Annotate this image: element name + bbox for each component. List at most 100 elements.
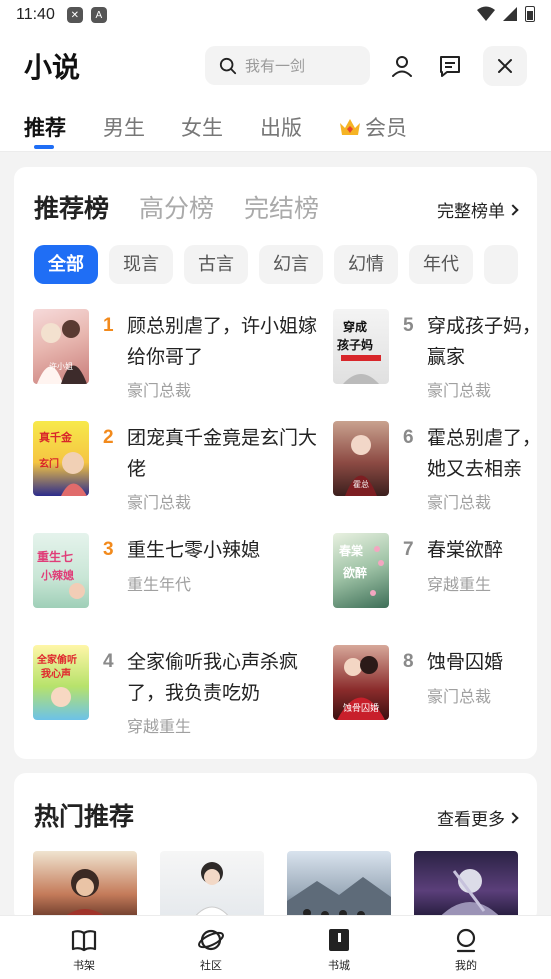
nav-profile[interactable]: 我的	[436, 926, 496, 973]
chip-all[interactable]: 全部	[34, 245, 98, 284]
book-cover[interactable]	[160, 851, 264, 923]
tab-publish[interactable]: 出版	[260, 112, 302, 142]
svg-text:孩子妈: 孩子妈	[337, 337, 373, 352]
list-item[interactable]: 穿成孩子妈 5 穿成孩子妈，成赢家 豪门总裁	[333, 309, 537, 400]
tab-completed-rank[interactable]: 完结榜	[244, 189, 319, 225]
full-ranking-label: 完整榜单	[437, 202, 505, 222]
message-icon	[440, 56, 460, 77]
shield-status-icon: ✕	[66, 7, 83, 23]
book-title: 霍总别虐了，姐她又去相亲	[427, 427, 537, 480]
profile-button[interactable]	[382, 46, 422, 86]
search-icon	[219, 57, 237, 74]
hot-recommend-card: 热门推荐 查看更多	[14, 773, 537, 923]
open-book-icon	[71, 930, 97, 952]
book-title: 穿成孩子妈，成赢家	[427, 315, 537, 368]
tab-recommend-rank[interactable]: 推荐榜	[34, 189, 109, 225]
chevron-right-icon	[507, 203, 519, 216]
rank-number: 3	[103, 539, 114, 560]
book-cover: 蚀骨囚婚	[333, 645, 389, 720]
list-item[interactable]: 许小姐 1 顾总别虐了，许小姐嫁给你哥了 豪门总裁	[33, 309, 317, 400]
book-cover: 许小姐	[33, 309, 89, 384]
list-item[interactable]: 全家偷听 我心声 4 全家偷听我心声杀疯了，我负责吃奶 穿越重生	[33, 645, 313, 736]
search-input[interactable]: 我有一剑	[205, 46, 370, 85]
book-title: 团宠真千金竟是玄门大佬	[127, 427, 318, 480]
book-cover: 重生七 小辣媳	[33, 533, 89, 608]
list-item[interactable]: 蚀骨囚婚 8 蚀骨囚婚 豪门总裁	[333, 645, 537, 725]
rank-number: 7	[403, 539, 414, 560]
rank-number: 8	[403, 651, 414, 672]
tab-male[interactable]: 男生	[103, 112, 145, 142]
list-item[interactable]: 重生七 小辣媳 3 重生七零小辣媳 重生年代	[33, 533, 313, 613]
book-title: 重生七零小辣媳	[127, 539, 261, 561]
tab-vip[interactable]: 会员	[339, 112, 407, 142]
battery-icon	[525, 6, 535, 22]
svg-text:穿成: 穿成	[343, 319, 367, 334]
status-time: 11:40	[16, 6, 55, 23]
nav-label: 我的	[455, 959, 477, 972]
close-button[interactable]	[483, 46, 527, 86]
svg-text:霍总: 霍总	[353, 479, 369, 489]
book-cover: 霍总	[333, 421, 389, 496]
wifi-icon	[477, 6, 495, 21]
chip-fantasy-love[interactable]: 幻情	[334, 245, 398, 284]
book-title: 顾总别虐了，许小姐嫁给你哥了	[127, 315, 318, 368]
see-more-link[interactable]: 查看更多	[437, 805, 519, 830]
chip-era[interactable]: 年代	[409, 245, 473, 284]
svg-text:小辣媳: 小辣媳	[40, 568, 74, 582]
book-tag: 重生年代	[127, 575, 192, 594]
chip-modern[interactable]: 现言	[109, 245, 173, 284]
planet-icon	[198, 929, 224, 951]
tab-recommend[interactable]: 推荐	[24, 112, 66, 142]
list-item[interactable]: 春棠 欲醉 7 春棠欲醉 穿越重生	[333, 533, 537, 613]
svg-text:欲醉: 欲醉	[342, 565, 367, 580]
rank-number: 4	[103, 651, 114, 672]
svg-text:蚀骨囚婚: 蚀骨囚婚	[343, 702, 379, 714]
a-status-icon: A	[90, 7, 107, 23]
tab-vip-label: 会员	[365, 116, 407, 140]
tab-underline	[34, 145, 54, 149]
bottom-nav: 书架 社区 书城 我的	[0, 915, 551, 979]
top-bar: 小说 我有一剑	[0, 30, 551, 100]
messages-button[interactable]	[430, 46, 470, 86]
nav-bookstore[interactable]: 书城	[309, 926, 369, 973]
nav-label: 书城	[328, 959, 350, 972]
status-bar: 11:40 ✕ A	[0, 0, 551, 30]
book-tag: 穿越重生	[127, 717, 192, 736]
book-tag: 豪门总裁	[427, 381, 492, 400]
nav-community[interactable]: 社区	[181, 926, 241, 973]
chip-fantasy-romance[interactable]: 幻言	[259, 245, 323, 284]
tab-female[interactable]: 女生	[181, 112, 223, 142]
svg-text:真千金: 真千金	[39, 430, 73, 444]
ranking-card: 推荐榜 高分榜 完结榜 完整榜单 全部 现言 古言 幻言 幻情 年代 许小姐 1 顾总别虐…	[14, 167, 537, 759]
chip-more[interactable]	[484, 245, 518, 284]
book-cover[interactable]	[414, 851, 518, 923]
book-cover[interactable]	[287, 851, 391, 923]
section-title: 热门推荐	[34, 802, 135, 831]
search-placeholder: 我有一剑	[245, 57, 306, 75]
svg-text:玄门: 玄门	[39, 457, 59, 470]
crown-icon	[340, 119, 360, 135]
channel-tabs: 推荐 男生 女生 出版 会员	[0, 100, 551, 152]
full-ranking-link[interactable]: 完整榜单	[437, 197, 519, 222]
book-cover[interactable]	[33, 851, 137, 923]
svg-text:全家偷听: 全家偷听	[36, 653, 77, 666]
nav-label: 社区	[200, 959, 222, 972]
book-tag: 穿越重生	[427, 575, 492, 594]
book-cover: 春棠 欲醉	[333, 533, 389, 608]
genre-filter: 全部 现言 古言 幻言 幻情 年代	[34, 245, 537, 285]
book-cover: 全家偷听 我心声	[33, 645, 89, 720]
list-item[interactable]: 霍总 6 霍总别虐了，姐她又去相亲 豪门总裁	[333, 421, 537, 512]
rank-number: 1	[103, 315, 114, 336]
book-tag: 豪门总裁	[427, 493, 492, 512]
tab-high-score-rank[interactable]: 高分榜	[139, 189, 214, 225]
book-cover: 真千金 玄门	[33, 421, 89, 496]
svg-text:许小姐: 许小姐	[49, 361, 73, 371]
book-tag: 豪门总裁	[127, 493, 192, 512]
user-icon	[392, 56, 412, 77]
chip-ancient[interactable]: 古言	[184, 245, 248, 284]
nav-bookshelf[interactable]: 书架	[54, 926, 114, 973]
rank-number: 5	[403, 315, 414, 336]
nav-label: 书架	[73, 959, 95, 972]
list-item[interactable]: 真千金 玄门 2 团宠真千金竟是玄门大佬 豪门总裁	[33, 421, 317, 512]
book-title: 全家偷听我心声杀疯了，我负责吃奶	[127, 651, 299, 704]
